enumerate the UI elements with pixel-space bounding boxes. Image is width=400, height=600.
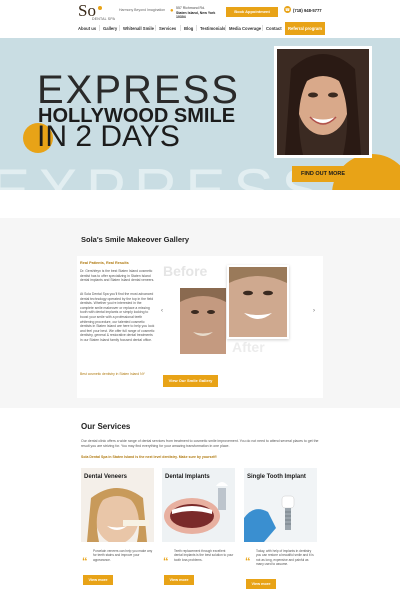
view-more-button[interactable]: View more bbox=[83, 575, 113, 585]
card-title: Dental Veneers bbox=[84, 474, 128, 480]
phone-icon: ☎ bbox=[284, 6, 291, 13]
nav-about-us[interactable]: About us bbox=[78, 26, 96, 31]
before-photo bbox=[178, 286, 228, 356]
gallery-next-arrow-icon[interactable]: › bbox=[313, 308, 315, 314]
service-card-single-tooth-implant[interactable]: Single Tooth Implant “ Today, with help … bbox=[244, 468, 317, 600]
quote-icon: “ bbox=[82, 556, 88, 568]
before-label: Before bbox=[163, 263, 208, 279]
view-more-button[interactable]: View more bbox=[246, 579, 276, 589]
main-nav: About us Gallery Whitenall Smile Service… bbox=[0, 20, 400, 38]
after-photo bbox=[227, 265, 289, 339]
nav-whitenall-smile[interactable]: Whitenall Smile bbox=[123, 26, 154, 31]
gallery-paragraph-2: At Sola Dental Spa you'll find the most … bbox=[80, 292, 155, 342]
services-section: Our Services Our dental clinic offers a … bbox=[0, 408, 400, 600]
gallery-paragraph-1: Dr. Gershfeyn is the best Staten Island … bbox=[80, 269, 155, 283]
find-out-more-button[interactable]: FIND OUT MORE bbox=[292, 166, 354, 182]
service-card-implants[interactable]: Dental Implants “ Teeth replacement thro… bbox=[162, 468, 235, 600]
after-label: After bbox=[232, 339, 265, 355]
quote-icon: “ bbox=[245, 556, 251, 568]
nav-services[interactable]: Services bbox=[159, 26, 176, 31]
gallery-title: Sola's Smile Makeover Gallery bbox=[81, 235, 190, 244]
services-intro: Our dental clinic offers a wide range of… bbox=[81, 439, 319, 448]
nav-divider bbox=[196, 25, 197, 31]
nav-divider bbox=[225, 25, 226, 31]
nav-divider bbox=[99, 25, 100, 31]
location-pin-icon: ● bbox=[170, 8, 174, 14]
book-appointment-button[interactable]: Book Appointment bbox=[226, 7, 278, 17]
gallery-seo-link[interactable]: Best cosmetic dentistry in Staten Island… bbox=[80, 372, 145, 376]
card-description: Today, with help of implants in dentistr… bbox=[256, 549, 314, 566]
view-more-button[interactable]: View more bbox=[164, 575, 194, 585]
services-title: Our Services bbox=[81, 422, 131, 431]
address-line-3: 10304 bbox=[176, 15, 186, 19]
hero-banner: EXPRESS EXPRESS HOLLYWOOD SMILE IN 2 DAY… bbox=[0, 38, 400, 190]
single-tooth-image: Single Tooth Implant bbox=[244, 468, 317, 542]
veneers-image: Dental Veneers bbox=[81, 468, 154, 542]
nav-blog[interactable]: Blog bbox=[184, 26, 193, 31]
tagline: Harmony Beyond Imagination bbox=[119, 8, 166, 12]
services-note: Sola Dental Spa in Staten Island is the … bbox=[81, 455, 217, 459]
referral-program-button[interactable]: Referral program bbox=[285, 22, 325, 35]
hero-background-text: EXPRESS bbox=[0, 156, 329, 190]
site-header: So DENTAL SPA Harmony Beyond Imagination… bbox=[0, 0, 400, 38]
after-face-icon bbox=[229, 267, 287, 337]
nav-contact[interactable]: Contact bbox=[266, 26, 282, 31]
woman-portrait-icon bbox=[277, 49, 369, 155]
quote-icon: “ bbox=[163, 556, 169, 568]
card-description: Porcelain veneers can help you make any … bbox=[93, 549, 153, 562]
hero-portrait-image bbox=[274, 46, 372, 158]
nav-divider bbox=[262, 25, 263, 31]
card-description: Teeth replacement through excellent dent… bbox=[174, 549, 234, 562]
logo-dot-icon bbox=[98, 6, 102, 10]
service-card-veneers[interactable]: Dental Veneers “ Porcelain veneers can h… bbox=[81, 468, 154, 600]
card-title: Dental Implants bbox=[165, 474, 210, 480]
gallery-subtitle: Real Patients, Real Results bbox=[80, 261, 129, 265]
gallery-prev-arrow-icon[interactable]: ‹ bbox=[161, 308, 163, 314]
nav-divider bbox=[155, 25, 156, 31]
smile-gallery-section: Sola's Smile Makeover Gallery Real Patie… bbox=[0, 218, 400, 408]
nav-divider bbox=[180, 25, 181, 31]
before-face-icon bbox=[180, 288, 226, 354]
nav-divider bbox=[119, 25, 120, 31]
view-smile-gallery-button[interactable]: View Our Smile Gallery bbox=[163, 375, 218, 387]
nav-media-coverage[interactable]: Media Coverage bbox=[229, 26, 261, 31]
card-title: Single Tooth Implant bbox=[247, 474, 306, 480]
nav-gallery[interactable]: Gallery bbox=[103, 26, 117, 31]
phone-number[interactable]: (718) 948-5777 bbox=[293, 8, 322, 13]
address: 557 Richmond Rd. Staten Island, New York… bbox=[176, 6, 224, 20]
implants-image: Dental Implants bbox=[162, 468, 235, 542]
hero-headline-line-3: IN 2 DAYS bbox=[37, 120, 180, 153]
nav-testimonials[interactable]: Testimonials bbox=[200, 26, 225, 31]
